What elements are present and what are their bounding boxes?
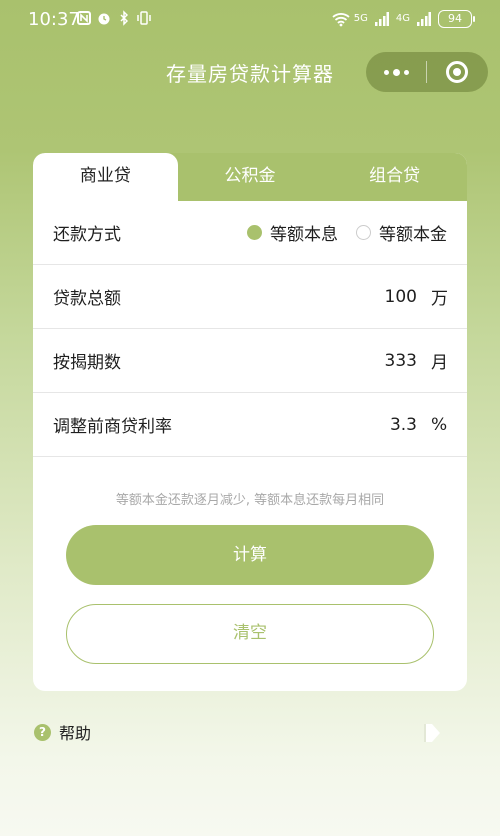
rate-input[interactable]: 3.3 <box>390 415 417 435</box>
calculator-card: 商业贷 公积金 组合贷 还款方式 等额本息 等额本金 贷款总额 100 万 按揭… <box>33 153 467 691</box>
status-icons-right: 5G 4G 94 <box>332 10 475 28</box>
clear-button[interactable]: 清空 <box>66 604 434 664</box>
battery-indicator: 94 <box>438 10 475 28</box>
help-link[interactable]: ? 帮助 <box>34 720 91 744</box>
radio-equal-installment-label: 等额本息 <box>270 225 338 245</box>
status-icons-left <box>76 10 152 26</box>
alarm-icon <box>96 10 112 26</box>
radio-equal-installment[interactable]: 等额本息 <box>247 220 338 245</box>
tab-provident-fund[interactable]: 公积金 <box>178 153 323 201</box>
signal-icon <box>374 11 390 27</box>
network-5g-label: 5G <box>353 13 368 24</box>
question-icon: ? <box>34 723 51 741</box>
wifi-icon <box>332 11 350 27</box>
close-mini-program-button[interactable] <box>427 52 487 92</box>
bluetooth-icon <box>116 10 132 26</box>
nfc-icon <box>76 10 92 26</box>
radio-checked-icon <box>247 225 262 240</box>
radio-unchecked-icon <box>356 225 371 240</box>
tab-combined-loan[interactable]: 组合贷 <box>322 153 467 201</box>
loan-total-input[interactable]: 100 <box>385 287 417 307</box>
loan-total-unit: 万 <box>431 289 448 309</box>
term-label: 按揭期数 <box>53 353 121 373</box>
more-dot-icon <box>403 69 409 75</box>
mini-program-capsule <box>366 52 488 92</box>
signal-icon-2 <box>416 11 432 27</box>
radio-equal-principal-label: 等额本金 <box>379 225 447 245</box>
repay-method-row: 还款方式 等额本息 等额本金 <box>33 201 467 265</box>
tab-commercial-loan[interactable]: 商业贷 <box>33 153 178 201</box>
loan-type-tabs: 商业贷 公积金 组合贷 <box>33 153 467 201</box>
rate-row: 调整前商贷利率 3.3 % <box>33 393 467 457</box>
calculate-button[interactable]: 计算 <box>66 525 434 585</box>
status-bar: 10:37 5G 4G 94 <box>0 0 500 42</box>
term-input[interactable]: 333 <box>385 351 417 371</box>
radio-equal-principal[interactable]: 等额本金 <box>356 220 447 245</box>
term-row: 按揭期数 333 月 <box>33 329 467 393</box>
loan-total-row: 贷款总额 100 万 <box>33 265 467 329</box>
rate-unit: % <box>431 414 448 435</box>
repay-hint-text: 等额本金还款逐月减少, 等额本息还款每月相同 <box>115 493 385 508</box>
vibrate-icon <box>136 10 152 26</box>
more-dot-icon <box>383 69 389 75</box>
repay-method-label: 还款方式 <box>53 225 121 245</box>
help-label: 帮助 <box>59 724 92 743</box>
term-unit: 月 <box>431 353 448 373</box>
status-time: 10:37 <box>28 9 80 30</box>
share-arrow-icon[interactable] <box>422 722 442 744</box>
target-icon <box>446 61 468 83</box>
loan-total-label: 贷款总额 <box>53 289 121 309</box>
network-4g-label: 4G <box>395 13 410 24</box>
more-dot-icon <box>392 68 400 76</box>
rate-label: 调整前商贷利率 <box>53 417 172 437</box>
more-button[interactable] <box>366 52 426 92</box>
repay-method-radio-group: 等额本息 等额本金 <box>247 220 447 245</box>
